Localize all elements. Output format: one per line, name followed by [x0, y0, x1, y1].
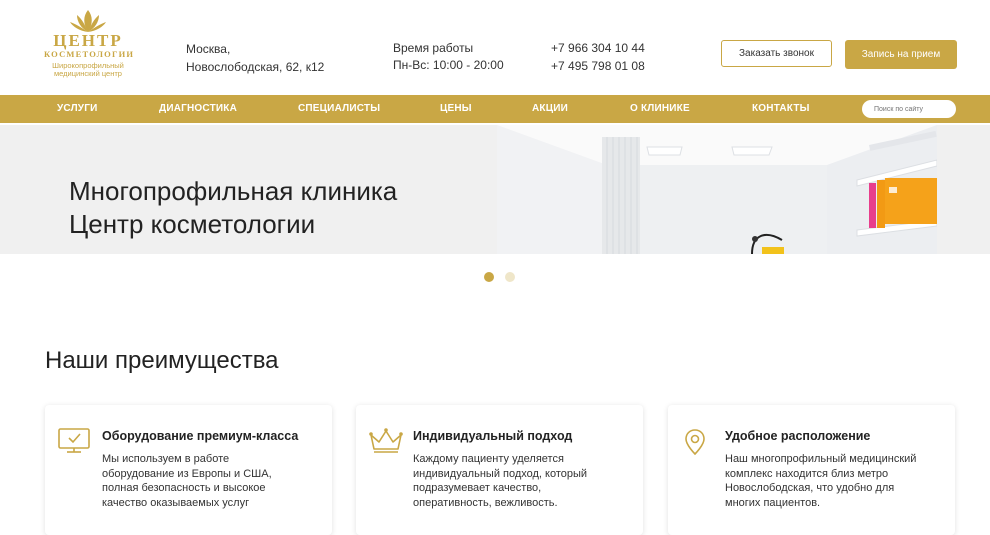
address: Москва, Новослободская, 62, к12 — [186, 40, 324, 76]
hero-title-line-1: Многопрофильная клиника — [69, 176, 398, 206]
advantage-card: Индивидуальный подход Каждому пациенту у… — [356, 405, 643, 535]
address-city: Москва, — [186, 42, 231, 56]
slider-dot-active[interactable] — [484, 272, 494, 282]
advantage-card: Оборудование премиум-класса Мы используе… — [45, 405, 332, 535]
site-logo[interactable]: ЦЕНТР КОСМЕТОЛОГИИ Широкопрофильный меди… — [44, 8, 135, 88]
logo-title: ЦЕНТР — [53, 31, 123, 50]
map-pin-icon — [685, 429, 705, 456]
site-header: ЦЕНТР КОСМЕТОЛОГИИ Широкопрофильный меди… — [0, 0, 990, 95]
nav-item-about[interactable]: О КЛИНИКЕ — [630, 95, 690, 123]
nav-item-diagnostics[interactable]: ДИАГНОСТИКА — [159, 95, 237, 123]
hero-title: Многопрофильная клиника Центр косметолог… — [69, 175, 397, 241]
advantage-card: Удобное расположение Наш многопрофильный… — [668, 405, 955, 535]
slider-dot[interactable] — [505, 272, 516, 282]
logo-subtitle: КОСМЕТОЛОГИИ — [44, 49, 135, 59]
advantage-text: Наш многопрофильный медицинский комплекс… — [725, 453, 917, 509]
phone-link[interactable]: +7 966 304 10 44 — [551, 39, 645, 57]
address-street: Новослободская, 62, к12 — [186, 60, 325, 74]
advantage-title: Оборудование премиум-класса — [102, 429, 299, 443]
logo-tagline-2: медицинский центр — [54, 69, 122, 78]
advantage-text: Мы используем в работе оборудование из Е… — [102, 453, 272, 509]
main-nav: УСЛУГИ ДИАГНОСТИКА СПЕЦИАЛИСТЫ ЦЕНЫ АКЦИ… — [0, 95, 990, 123]
advantage-title: Индивидуальный подход — [413, 429, 573, 443]
search-input[interactable] — [862, 100, 956, 118]
nav-item-services[interactable]: УСЛУГИ — [57, 95, 98, 123]
hours-label: Время работы — [393, 41, 474, 55]
nav-item-contacts[interactable]: КОНТАКТЫ — [752, 95, 810, 123]
monitor-check-icon — [58, 428, 90, 453]
hours-value: Пн-Вс: 10:00 - 20:00 — [393, 58, 504, 72]
nav-item-promotions[interactable]: АКЦИИ — [532, 95, 568, 123]
slider-dots — [484, 269, 522, 287]
hero-slider: Многопрофильная клиника Центр косметолог… — [0, 125, 990, 254]
nav-item-prices[interactable]: ЦЕНЫ — [440, 95, 472, 123]
clinic-room-image — [497, 125, 937, 254]
nav-item-specialists[interactable]: СПЕЦИАЛИСТЫ — [298, 95, 380, 123]
phones: +7 966 304 10 44 +7 495 798 01 08 — [551, 39, 645, 75]
crown-icon — [369, 428, 403, 453]
section-title: Наши преимущества — [45, 347, 279, 374]
order-call-button[interactable]: Заказать звонок — [721, 40, 832, 67]
hero-title-line-2: Центр косметологии — [69, 209, 316, 239]
advantage-text: Каждому пациенту уделяется индивидуальны… — [413, 453, 588, 509]
book-appointment-button[interactable]: Запись на прием — [845, 40, 957, 69]
phone-link[interactable]: +7 495 798 01 08 — [551, 57, 645, 75]
working-hours: Время работы Пн-Вс: 10:00 - 20:00 — [393, 40, 504, 74]
advantage-title: Удобное расположение — [725, 429, 871, 443]
